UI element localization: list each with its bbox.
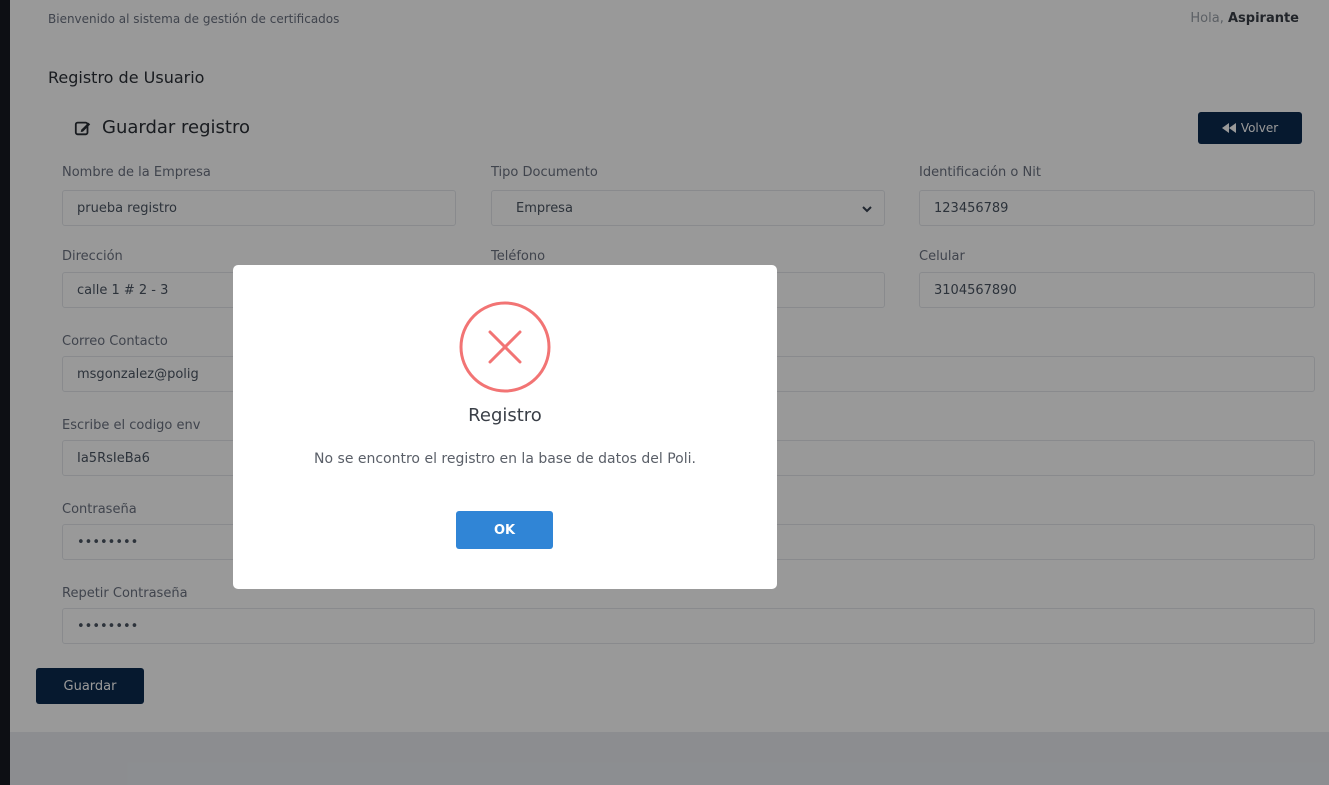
dialog-title: Registro xyxy=(468,405,542,426)
ok-button[interactable]: OK xyxy=(456,511,553,549)
error-x-icon xyxy=(459,301,551,393)
alert-dialog: Registro No se encontro el registro en l… xyxy=(233,265,777,589)
dialog-message: No se encontro el registro en la base de… xyxy=(314,451,696,467)
